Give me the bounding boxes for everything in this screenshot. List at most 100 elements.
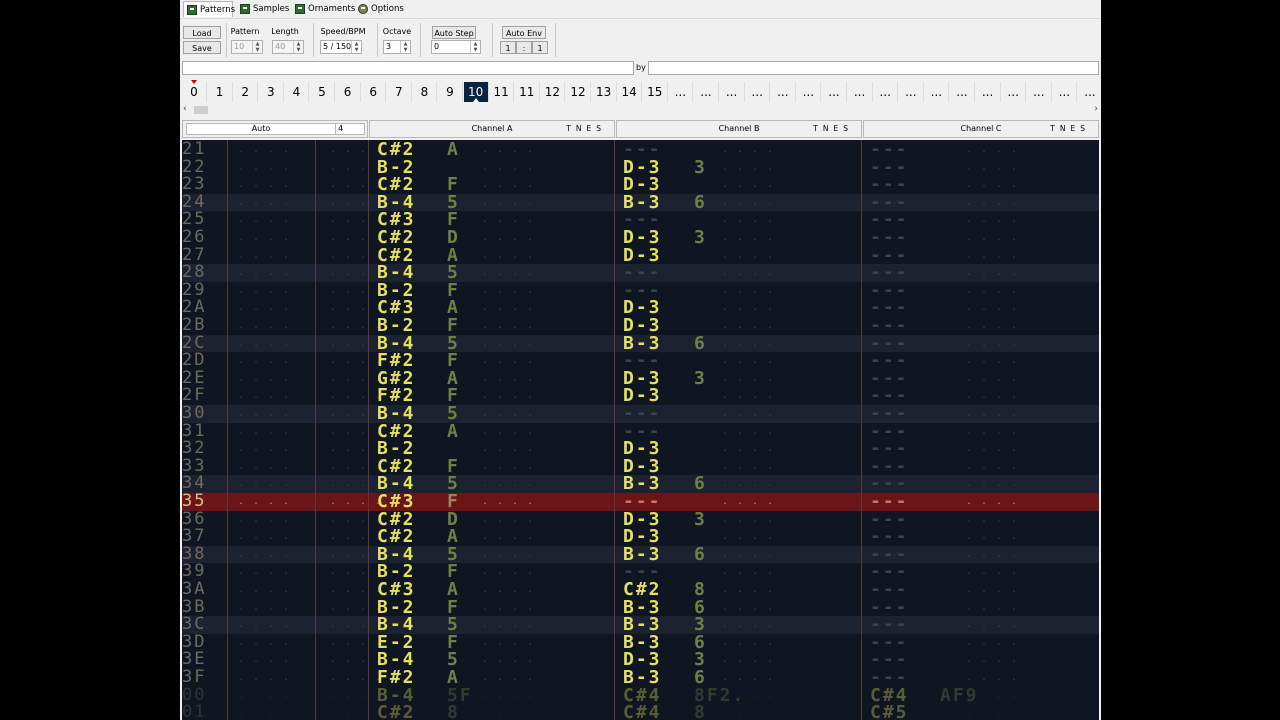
pattern-row[interactable]: 3A........ C#3 A.... C#2 8.... ---.... <box>182 580 1099 599</box>
channel-c-note: --- <box>870 491 909 512</box>
tab-samples[interactable]: Samples <box>237 1 289 17</box>
position-cell[interactable]: ... <box>694 82 719 102</box>
position-cell[interactable]: 15 <box>643 82 668 102</box>
position-cell[interactable]: 9 <box>438 82 463 102</box>
channel-b-effect: .... <box>722 689 783 701</box>
scroll-left-icon[interactable]: ‹ <box>183 104 187 114</box>
channel-b-effect: .... <box>722 214 783 226</box>
channel-a-sample: 8 <box>447 702 460 720</box>
length-spinner[interactable]: 40 ▲ ▼ <box>272 40 304 54</box>
channel-c-header[interactable]: Channel C TNES <box>863 120 1099 138</box>
divider <box>226 23 227 57</box>
auto-step-spinner[interactable]: 0 ▲ ▼ <box>431 40 481 54</box>
spinner-arrows-icon[interactable]: ▲ ▼ <box>351 41 361 53</box>
spinner-arrows-icon[interactable]: ▲ ▼ <box>470 41 480 53</box>
position-cell[interactable]: 4 <box>284 82 310 102</box>
pattern-grid[interactable]: 21........ C#2 A.... ---.... ---.... 22......… <box>182 140 1099 720</box>
octave-spinner[interactable]: 3 ▲ ▼ <box>383 40 411 54</box>
position-cell[interactable]: 11 <box>489 82 515 102</box>
pattern-row[interactable]: 01........ C#2 8.... C#4 8.... C#5.... <box>182 704 1099 720</box>
position-cell[interactable]: 0 <box>182 80 207 102</box>
tab-options[interactable]: Options <box>355 1 404 17</box>
position-scrollbar[interactable]: ‹ › <box>182 104 1099 115</box>
channel-c-effect: .... <box>966 390 1027 402</box>
position-cell[interactable]: 3 <box>259 82 284 102</box>
scroll-right-icon[interactable]: › <box>1094 104 1098 114</box>
current-row[interactable]: 35........ C#3 F.... ---.... ---.... <box>182 491 1099 512</box>
position-cell[interactable]: ... <box>745 82 771 102</box>
channel-b-effect: .... <box>722 496 783 507</box>
channel-b-sample: 6 <box>694 332 707 354</box>
position-cell[interactable]: ... <box>976 82 1001 102</box>
channel-c-flags[interactable]: TNES <box>1050 121 1090 137</box>
position-cell[interactable]: ... <box>771 82 796 102</box>
position-cell[interactable]: ... <box>668 82 694 102</box>
position-cell[interactable]: 1 <box>208 82 233 102</box>
auto-spinner[interactable]: 4 <box>335 123 365 135</box>
pattern-row[interactable]: 26........ C#2 D.... D-3 3.... ---.... <box>182 227 1099 248</box>
channel-b-flags[interactable]: TNES <box>813 121 853 137</box>
options-icon <box>358 4 368 14</box>
spinner-arrows-icon[interactable]: ▲ ▼ <box>293 41 303 53</box>
position-cell[interactable]: 10 <box>463 82 489 102</box>
title-input[interactable] <box>182 61 634 75</box>
position-cell[interactable]: 6 <box>336 82 361 102</box>
position-cell[interactable]: ... <box>822 82 847 102</box>
position-cell[interactable]: 6 <box>361 82 387 102</box>
pattern-row[interactable]: 30........ B-4 5.... ---.... ---.... <box>182 404 1099 423</box>
column-divider <box>315 140 316 720</box>
auto-step-button[interactable]: Auto Step <box>432 26 476 39</box>
channel-b-header[interactable]: Channel B TNES <box>616 120 862 138</box>
position-cell[interactable]: ... <box>848 82 873 102</box>
position-cell[interactable]: 5 <box>310 82 335 102</box>
position-cell[interactable]: ... <box>1052 82 1078 102</box>
position-cell[interactable]: 2 <box>233 82 259 102</box>
position-cell[interactable]: ... <box>796 82 822 102</box>
channel-b-sample: 6 <box>694 667 707 688</box>
spinner-arrows-icon[interactable]: ▲ ▼ <box>252 41 262 53</box>
pattern-spinner[interactable]: 10 ▲ ▼ <box>231 40 263 54</box>
position-cell[interactable]: 7 <box>387 82 412 102</box>
channel-a-flags[interactable]: TNES <box>566 121 606 137</box>
position-cell[interactable]: ... <box>1078 82 1101 102</box>
auto-env-button[interactable]: Auto Env <box>502 26 546 39</box>
channel-a-sample: D <box>447 227 460 248</box>
position-cell[interactable]: 14 <box>617 82 643 102</box>
tab-ornaments[interactable]: Ornaments <box>292 1 355 17</box>
save-button[interactable]: Save <box>183 41 221 54</box>
scrollbar-thumb[interactable] <box>194 106 208 114</box>
channel-a-effect: .... <box>482 144 543 155</box>
channel-a-header[interactable]: Channel A TNES <box>369 120 615 138</box>
speed-spinner[interactable]: 5 / 150 ▲ ▼ <box>320 40 362 54</box>
channel-c-effect: .... <box>966 443 1027 455</box>
position-cell[interactable]: 12 <box>540 82 566 102</box>
env-cell: .... <box>238 636 299 648</box>
load-button[interactable]: Load <box>183 26 221 39</box>
pattern-row[interactable]: 3F........ F#2 A.... B-3 6.... ---.... <box>182 667 1099 688</box>
position-cell[interactable]: 12 <box>566 82 591 102</box>
position-cell[interactable]: 13 <box>592 82 617 102</box>
position-cell[interactable]: ... <box>950 82 975 102</box>
auto-env-num-button[interactable]: 1 <box>500 41 516 54</box>
position-cell[interactable]: ... <box>1001 82 1027 102</box>
position-cell[interactable]: ... <box>873 82 899 102</box>
position-cell[interactable]: ... <box>924 82 950 102</box>
pattern-row[interactable]: 21........ C#2 A.... ---.... ---.... <box>182 140 1099 159</box>
position-cell[interactable]: ... <box>899 82 924 102</box>
channel-a-effect: .... <box>482 672 543 683</box>
env-cell: .... <box>238 337 299 349</box>
position-cell[interactable]: ... <box>720 82 745 102</box>
channel-a-effect: .... <box>482 302 543 314</box>
channel-b-effect: .... <box>722 672 783 683</box>
env-cell: .... <box>238 302 299 314</box>
channel-b-effect: .... <box>722 513 783 525</box>
auto-env-colon-button[interactable]: : <box>516 41 532 54</box>
position-cell[interactable]: 8 <box>412 82 438 102</box>
position-cell[interactable]: 11 <box>515 82 540 102</box>
auto-env-den-button[interactable]: 1 <box>532 41 548 54</box>
tab-patterns[interactable]: Patterns <box>183 1 235 17</box>
author-input[interactable] <box>648 61 1099 75</box>
spinner-arrows-icon[interactable]: ▲ ▼ <box>400 41 410 53</box>
position-cell[interactable]: ... <box>1027 82 1052 102</box>
pattern-row[interactable]: 2B........ B-2 F.... D-3.... ---.... <box>182 316 1099 335</box>
